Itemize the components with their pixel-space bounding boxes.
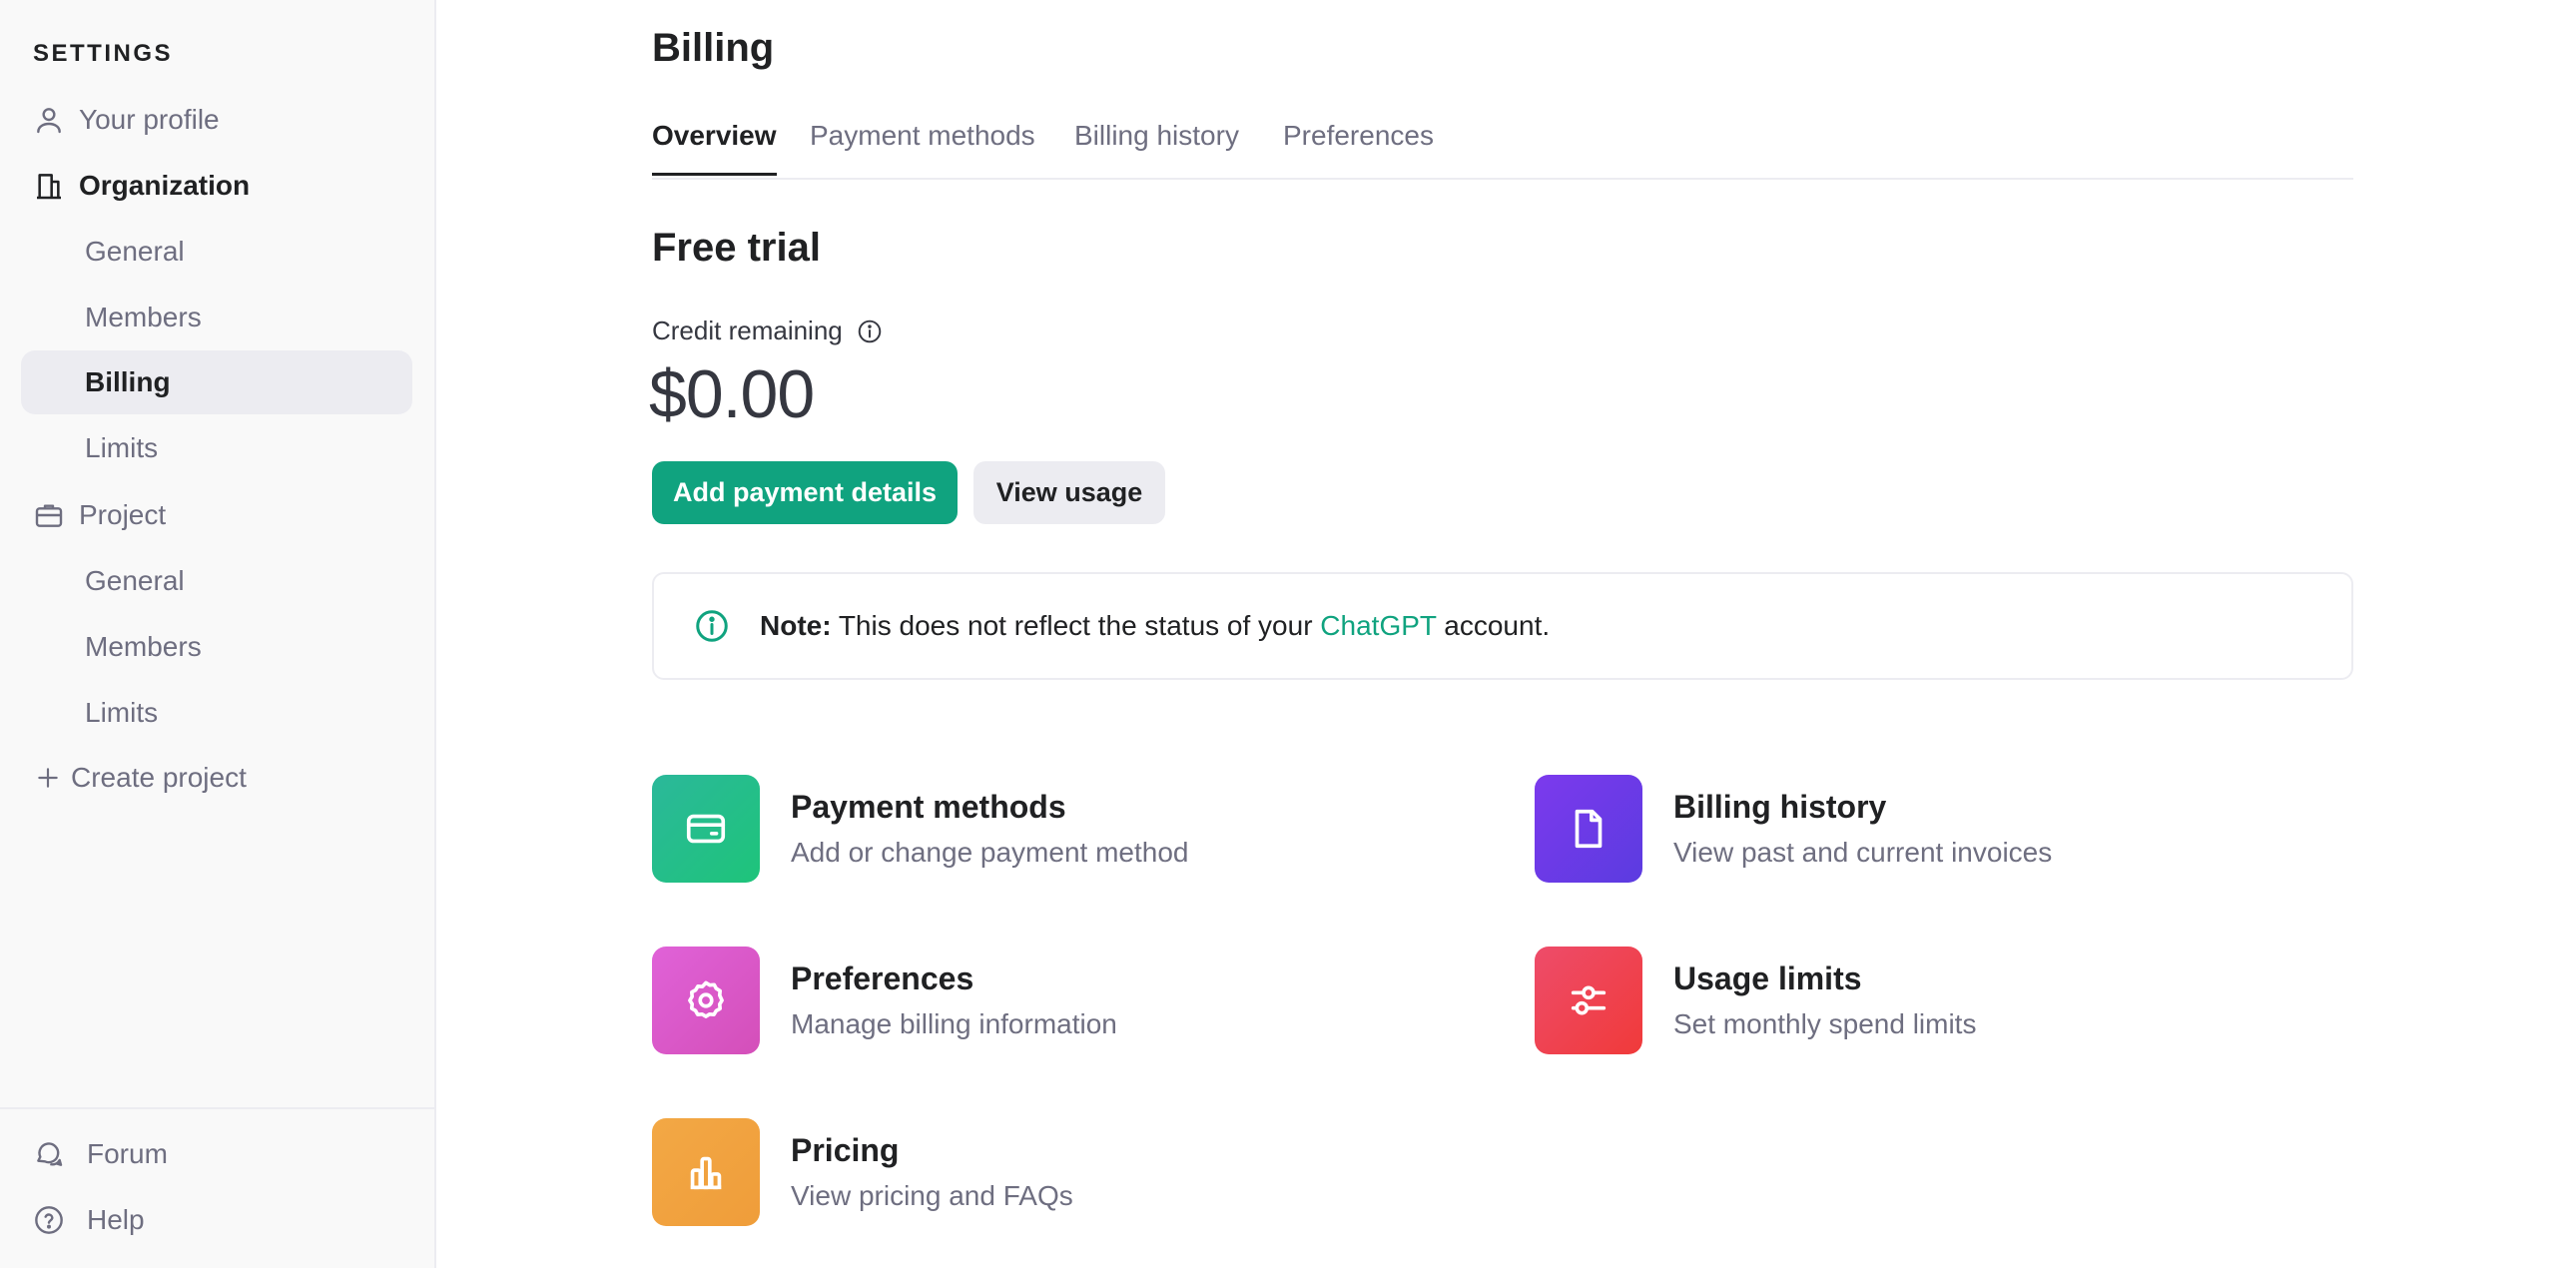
sidebar-item-label: Organization <box>79 170 251 201</box>
plan-title: Free trial <box>652 226 821 270</box>
card-description: View pricing and FAQs <box>791 1180 1073 1211</box>
credit-remaining-label: Credit remaining <box>652 316 883 346</box>
card-description: View past and current invoices <box>1673 837 2053 868</box>
page-title: Billing <box>652 26 775 70</box>
sidebar-item-label: Your profile <box>79 104 220 135</box>
credit-card-icon <box>652 775 760 883</box>
sidebar-item-org-limits[interactable]: Limits <box>21 416 412 480</box>
sidebar-item-label: Project <box>79 499 167 530</box>
info-icon[interactable] <box>857 318 883 344</box>
sidebar-item-label: Help <box>87 1204 145 1235</box>
sidebar-item-your-profile[interactable]: Your profile <box>21 88 412 152</box>
bar-chart-icon <box>652 1118 760 1226</box>
tab-payment-methods[interactable]: Payment methods <box>810 120 1035 176</box>
card-title: Payment methods <box>791 789 1066 825</box>
sidebar-item-project-limits[interactable]: Limits <box>21 681 412 745</box>
user-icon <box>33 104 65 136</box>
note-text: Note: This does not reflect the status o… <box>760 610 1550 642</box>
billing-main: Billing Overview Payment methods Billing… <box>436 0 2576 1268</box>
payment-methods-card[interactable]: Payment methods Add or change payment me… <box>652 775 1451 885</box>
sidebar-item-label: Limits <box>85 432 159 463</box>
sidebar-item-help[interactable]: Help <box>21 1188 412 1252</box>
sidebar-item-label: Billing <box>85 366 171 397</box>
sidebar-item-label: Limits <box>85 697 159 728</box>
create-project-button[interactable]: Create project <box>21 746 412 810</box>
card-description: Add or change payment method <box>791 837 1189 868</box>
gear-icon <box>652 947 760 1054</box>
sidebar-header: SETTINGS <box>33 40 174 67</box>
billing-tabs: Overview Payment methods Billing history… <box>652 110 2353 180</box>
sidebar-item-label: Members <box>85 302 202 332</box>
sidebar-item-label: General <box>85 236 185 267</box>
sidebar-item-org-members[interactable]: Members <box>21 286 412 349</box>
preferences-card[interactable]: Preferences Manage billing information <box>652 947 1451 1056</box>
card-description: Set monthly spend limits <box>1673 1008 1977 1039</box>
pricing-card[interactable]: Pricing View pricing and FAQs <box>652 1118 1451 1228</box>
settings-sidebar: SETTINGS Your profile Organization Gener… <box>0 0 436 1268</box>
view-usage-button[interactable]: View usage <box>973 461 1165 524</box>
sliders-icon <box>1535 947 1642 1054</box>
sidebar-item-project[interactable]: Project <box>21 483 412 547</box>
sidebar-item-label: Forum <box>87 1138 168 1169</box>
usage-limits-card[interactable]: Usage limits Set monthly spend limits <box>1535 947 2333 1056</box>
document-icon <box>1535 775 1642 883</box>
help-circle-icon <box>33 1204 65 1236</box>
briefcase-icon <box>33 499 65 531</box>
sidebar-item-forum[interactable]: Forum <box>21 1122 412 1186</box>
card-title: Preferences <box>791 960 974 996</box>
card-title: Pricing <box>791 1132 900 1168</box>
tab-billing-history[interactable]: Billing history <box>1074 120 1239 176</box>
sidebar-item-project-general[interactable]: General <box>21 549 412 613</box>
note-text-after: account. <box>1436 610 1551 641</box>
card-description: Manage billing information <box>791 1008 1117 1039</box>
sidebar-item-label: Create project <box>71 762 247 793</box>
add-payment-details-button[interactable]: Add payment details <box>652 461 958 524</box>
tab-overview[interactable]: Overview <box>652 120 777 176</box>
note-label: Note: <box>760 610 832 641</box>
credit-remaining-value: $0.00 <box>649 356 815 432</box>
tab-preferences[interactable]: Preferences <box>1283 120 1434 176</box>
note-banner: Note: This does not reflect the status o… <box>652 572 2353 680</box>
billing-history-card[interactable]: Billing history View past and current in… <box>1535 775 2333 885</box>
card-title: Billing history <box>1673 789 1887 825</box>
credit-label-text: Credit remaining <box>652 316 843 345</box>
sidebar-divider <box>0 1107 434 1109</box>
plus-icon <box>35 765 61 791</box>
sidebar-item-org-general[interactable]: General <box>21 220 412 284</box>
building-icon <box>33 170 65 202</box>
sidebar-item-label: General <box>85 565 185 596</box>
sidebar-item-organization[interactable]: Organization <box>21 154 412 218</box>
note-text-before: This does not reflect the status of your <box>838 610 1321 641</box>
chat-bubbles-icon <box>33 1138 65 1170</box>
info-icon <box>696 610 728 642</box>
sidebar-item-project-members[interactable]: Members <box>21 615 412 679</box>
sidebar-item-label: Members <box>85 631 202 662</box>
card-title: Usage limits <box>1673 960 1862 996</box>
sidebar-item-org-billing[interactable]: Billing <box>21 350 412 414</box>
chatgpt-link[interactable]: ChatGPT <box>1320 610 1436 641</box>
